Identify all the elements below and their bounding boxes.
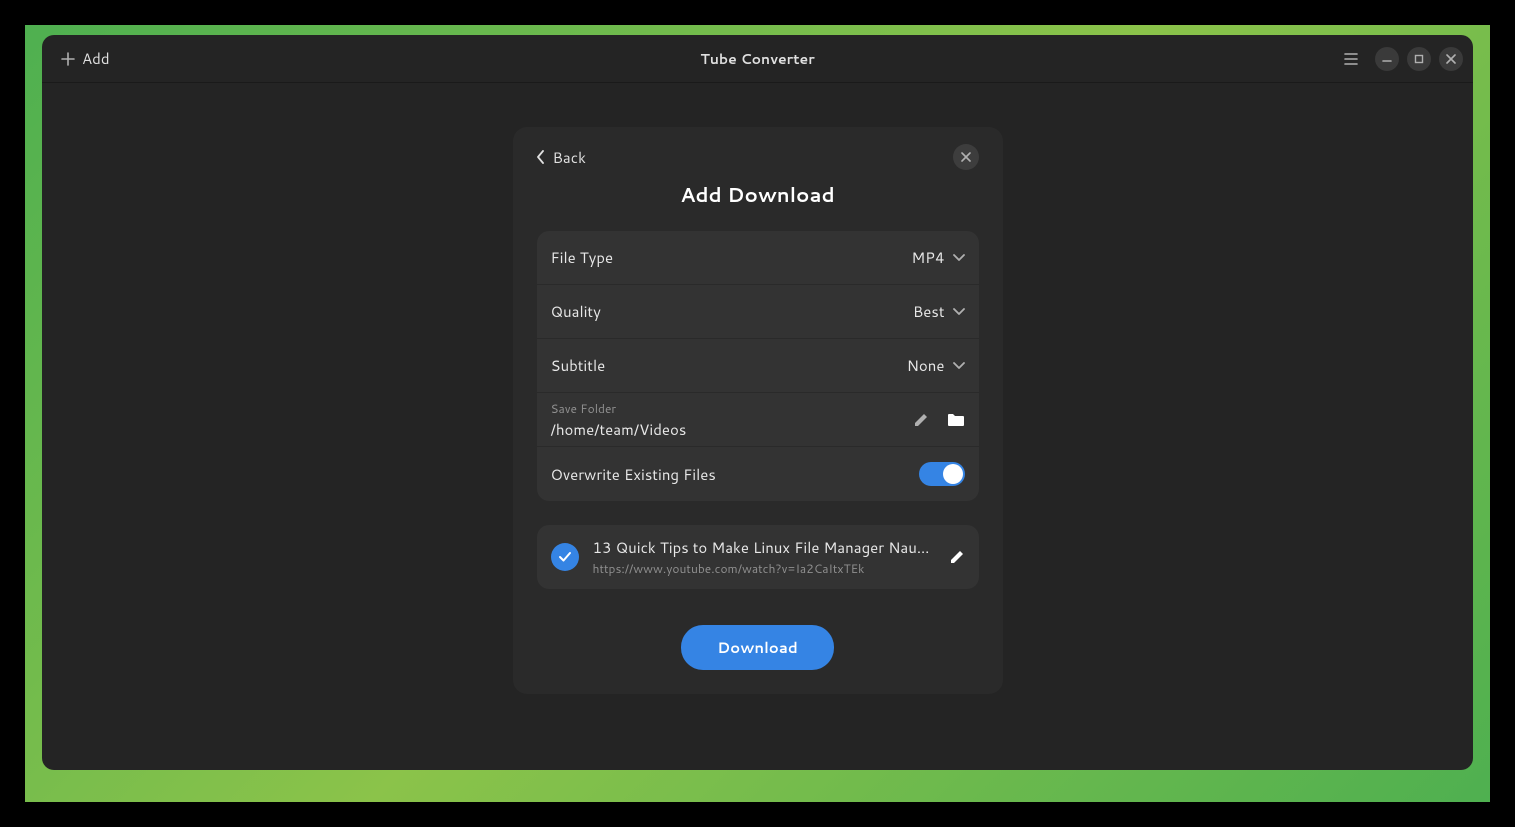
selected-check-icon[interactable] [551,543,579,571]
back-button-label: Back [553,147,586,168]
quality-value[interactable]: Best [913,301,965,322]
close-icon [961,152,971,162]
app-title: Tube Converter [700,49,814,69]
overwrite-label: Overwrite Existing Files [551,464,919,485]
save-folder-label: Save Folder [551,400,913,417]
subtitle-row[interactable]: Subtitle None [537,339,979,393]
quality-label: Quality [551,301,913,322]
edit-video-button[interactable] [949,549,965,565]
save-folder-row: Save Folder /home/team/Videos [537,393,979,447]
maximize-icon [1414,54,1424,64]
folder-icon [947,412,965,428]
plus-icon [60,51,76,67]
browse-folder-button[interactable] [947,412,965,428]
file-type-value[interactable]: MP4 [911,247,964,268]
close-icon [1446,54,1456,64]
titlebar: Add Tube Converter [42,35,1473,83]
hamburger-icon [1343,51,1359,67]
overwrite-toggle[interactable] [919,462,965,486]
close-dialog-button[interactable] [953,144,979,170]
menu-button[interactable] [1335,43,1367,75]
maximize-button[interactable] [1407,47,1431,71]
dialog-header: Back [537,139,979,175]
chevron-down-icon [953,362,965,370]
quality-row[interactable]: Quality Best [537,285,979,339]
chevron-down-icon [953,308,965,316]
back-button[interactable]: Back [537,147,586,168]
overwrite-row: Overwrite Existing Files [537,447,979,501]
pencil-icon [949,549,965,565]
toggle-knob [943,464,963,484]
pencil-icon [913,412,929,428]
close-window-button[interactable] [1439,47,1463,71]
chevron-left-icon [537,150,545,164]
file-type-label: File Type [551,247,912,268]
video-title: 13 Quick Tips to Make Linux File Manager… [593,537,935,558]
chevron-down-icon [953,254,965,262]
minimize-icon [1382,54,1392,64]
video-url: https://www.youtube.com/watch?v=Ia2CaItx… [593,560,935,577]
add-button-label: Add [82,48,110,69]
minimize-button[interactable] [1375,47,1399,71]
download-button[interactable]: Download [681,625,834,670]
add-download-dialog: Back Add Download File Type MP4 Quality [513,127,1003,694]
video-item[interactable]: 13 Quick Tips to Make Linux File Manager… [537,525,979,589]
main-window: Add Tube Converter Back [42,35,1473,770]
dialog-title: Add Download [537,181,979,209]
settings-group: File Type MP4 Quality Best Subtitle [537,231,979,501]
file-type-row[interactable]: File Type MP4 [537,231,979,285]
content-area: Back Add Download File Type MP4 Quality [42,83,1473,770]
add-button[interactable]: Add [60,48,110,69]
save-folder-path: /home/team/Videos [551,419,913,440]
subtitle-label: Subtitle [551,355,907,376]
checkmark-icon [558,550,572,564]
subtitle-value[interactable]: None [907,355,965,376]
edit-folder-button[interactable] [913,412,929,428]
